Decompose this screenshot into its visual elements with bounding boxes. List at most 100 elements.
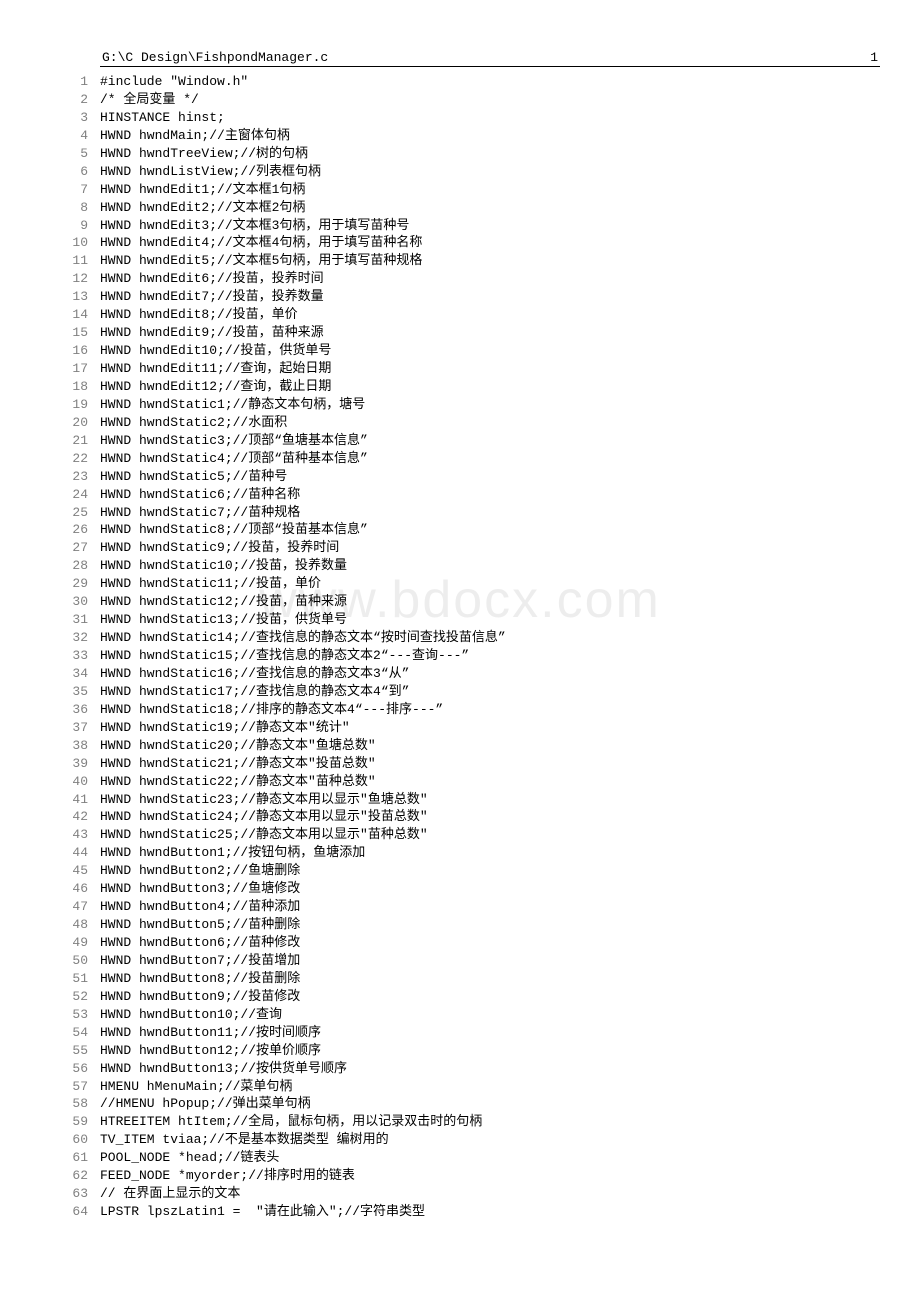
code-text: HWND hwndEdit3;//文本框3句柄，用于填写苗种号 [100, 217, 409, 235]
line-number: 58 [40, 1095, 100, 1113]
line-number: 59 [40, 1113, 100, 1131]
code-text: HWND hwndStatic7;//苗种规格 [100, 504, 300, 522]
line-number: 1 [40, 73, 100, 91]
code-line: 10HWND hwndEdit4;//文本框4句柄，用于填写苗种名称 [40, 234, 880, 252]
code-line: 24HWND hwndStatic6;//苗种名称 [40, 486, 880, 504]
code-line: 12HWND hwndEdit6;//投苗，投养时间 [40, 270, 880, 288]
code-line: 31HWND hwndStatic13;//投苗，供货单号 [40, 611, 880, 629]
code-line: 22HWND hwndStatic4;//顶部“苗种基本信息” [40, 450, 880, 468]
source-code-block: 1#include "Window.h"2/* 全局变量 */3HINSTANC… [40, 73, 880, 1221]
code-line: 16HWND hwndEdit10;//投苗，供货单号 [40, 342, 880, 360]
code-line: 15HWND hwndEdit9;//投苗，苗种来源 [40, 324, 880, 342]
code-text: TV_ITEM tviaa;//不是基本数据类型 编树用的 [100, 1131, 389, 1149]
line-number: 57 [40, 1078, 100, 1096]
code-text: HWND hwndStatic14;//查找信息的静态文本“按时间查找投苗信息” [100, 629, 506, 647]
code-text: HWND hwndButton7;//投苗增加 [100, 952, 300, 970]
code-text: HWND hwndEdit8;//投苗，单价 [100, 306, 298, 324]
code-text: HWND hwndStatic17;//查找信息的静态文本4“到” [100, 683, 409, 701]
line-number: 51 [40, 970, 100, 988]
code-line: 20HWND hwndStatic2;//水面积 [40, 414, 880, 432]
code-line: 56HWND hwndButton13;//按供货单号顺序 [40, 1060, 880, 1078]
code-text: HWND hwndStatic16;//查找信息的静态文本3“从” [100, 665, 409, 683]
line-number: 8 [40, 199, 100, 217]
code-line: 36HWND hwndStatic18;//排序的静态文本4“---排序---” [40, 701, 880, 719]
code-text: HWND hwndMain;//主窗体句柄 [100, 127, 290, 145]
code-text: HWND hwndButton11;//按时间顺序 [100, 1024, 321, 1042]
line-number: 19 [40, 396, 100, 414]
code-line: 44HWND hwndButton1;//按钮句柄，鱼塘添加 [40, 844, 880, 862]
code-text: // 在界面上显示的文本 [100, 1185, 240, 1203]
code-text: HWND hwndStatic4;//顶部“苗种基本信息” [100, 450, 368, 468]
code-line: 23HWND hwndStatic5;//苗种号 [40, 468, 880, 486]
code-line: 40HWND hwndStatic22;//静态文本"苗种总数" [40, 773, 880, 791]
line-number: 9 [40, 217, 100, 235]
code-text: HWND hwndStatic22;//静态文本"苗种总数" [100, 773, 376, 791]
code-text: HWND hwndEdit7;//投苗，投养数量 [100, 288, 324, 306]
line-number: 28 [40, 557, 100, 575]
code-text: LPSTR lpszLatin1 = "请在此输入";//字符串类型 [100, 1203, 425, 1221]
code-line: 13HWND hwndEdit7;//投苗，投养数量 [40, 288, 880, 306]
line-number: 46 [40, 880, 100, 898]
code-line: 25HWND hwndStatic7;//苗种规格 [40, 504, 880, 522]
code-text: HWND hwndEdit5;//文本框5句柄，用于填写苗种规格 [100, 252, 422, 270]
line-number: 37 [40, 719, 100, 737]
code-text: HWND hwndEdit9;//投苗，苗种来源 [100, 324, 324, 342]
line-number: 44 [40, 844, 100, 862]
code-line: 42HWND hwndStatic24;//静态文本用以显示"投苗总数" [40, 808, 880, 826]
code-line: 43HWND hwndStatic25;//静态文本用以显示"苗种总数" [40, 826, 880, 844]
code-line: 18HWND hwndEdit12;//查询，截止日期 [40, 378, 880, 396]
code-text: HWND hwndEdit4;//文本框4句柄，用于填写苗种名称 [100, 234, 422, 252]
code-line: 50HWND hwndButton7;//投苗增加 [40, 952, 880, 970]
code-line: 17HWND hwndEdit11;//查询，起始日期 [40, 360, 880, 378]
code-line: 46HWND hwndButton3;//鱼塘修改 [40, 880, 880, 898]
code-line: 57HMENU hMenuMain;//菜单句柄 [40, 1078, 880, 1096]
line-number: 39 [40, 755, 100, 773]
code-line: 45HWND hwndButton2;//鱼塘删除 [40, 862, 880, 880]
code-text: HWND hwndButton5;//苗种删除 [100, 916, 300, 934]
code-line: 37HWND hwndStatic19;//静态文本"统计" [40, 719, 880, 737]
line-number: 54 [40, 1024, 100, 1042]
code-line: 52HWND hwndButton9;//投苗修改 [40, 988, 880, 1006]
line-number: 56 [40, 1060, 100, 1078]
code-text: HWND hwndStatic1;//静态文本句柄，塘号 [100, 396, 365, 414]
code-text: HWND hwndButton9;//投苗修改 [100, 988, 300, 1006]
line-number: 26 [40, 521, 100, 539]
code-line: 5HWND hwndTreeView;//树的句柄 [40, 145, 880, 163]
page-header: G:\C Design\FishpondManager.c 1 [100, 50, 880, 67]
line-number: 25 [40, 504, 100, 522]
line-number: 63 [40, 1185, 100, 1203]
code-text: HWND hwndButton2;//鱼塘删除 [100, 862, 300, 880]
code-text: HWND hwndButton10;//查询 [100, 1006, 282, 1024]
code-text: HWND hwndStatic23;//静态文本用以显示"鱼塘总数" [100, 791, 428, 809]
line-number: 27 [40, 539, 100, 557]
code-line: 49HWND hwndButton6;//苗种修改 [40, 934, 880, 952]
line-number: 13 [40, 288, 100, 306]
code-text: //HMENU hPopup;//弹出菜单句柄 [100, 1095, 311, 1113]
code-line: 48HWND hwndButton5;//苗种删除 [40, 916, 880, 934]
code-line: 58//HMENU hPopup;//弹出菜单句柄 [40, 1095, 880, 1113]
code-line: 3HINSTANCE hinst; [40, 109, 880, 127]
code-line: 63// 在界面上显示的文本 [40, 1185, 880, 1203]
line-number: 33 [40, 647, 100, 665]
line-number: 6 [40, 163, 100, 181]
code-text: HWND hwndStatic12;//投苗，苗种来源 [100, 593, 347, 611]
code-text: HWND hwndStatic24;//静态文本用以显示"投苗总数" [100, 808, 428, 826]
line-number: 21 [40, 432, 100, 450]
code-line: 41HWND hwndStatic23;//静态文本用以显示"鱼塘总数" [40, 791, 880, 809]
line-number: 12 [40, 270, 100, 288]
code-text: HTREEITEM htItem;//全局，鼠标句柄，用以记录双击时的句柄 [100, 1113, 482, 1131]
code-text: HWND hwndStatic8;//顶部“投苗基本信息” [100, 521, 368, 539]
code-line: 11HWND hwndEdit5;//文本框5句柄，用于填写苗种规格 [40, 252, 880, 270]
line-number: 38 [40, 737, 100, 755]
code-text: HWND hwndStatic19;//静态文本"统计" [100, 719, 350, 737]
code-line: 6HWND hwndListView;//列表框句柄 [40, 163, 880, 181]
code-line: 59HTREEITEM htItem;//全局，鼠标句柄，用以记录双击时的句柄 [40, 1113, 880, 1131]
code-text: HWND hwndEdit6;//投苗，投养时间 [100, 270, 324, 288]
line-number: 45 [40, 862, 100, 880]
code-line: 47HWND hwndButton4;//苗种添加 [40, 898, 880, 916]
line-number: 43 [40, 826, 100, 844]
line-number: 32 [40, 629, 100, 647]
code-line: 8HWND hwndEdit2;//文本框2句柄 [40, 199, 880, 217]
line-number: 14 [40, 306, 100, 324]
code-text: HWND hwndEdit11;//查询，起始日期 [100, 360, 331, 378]
